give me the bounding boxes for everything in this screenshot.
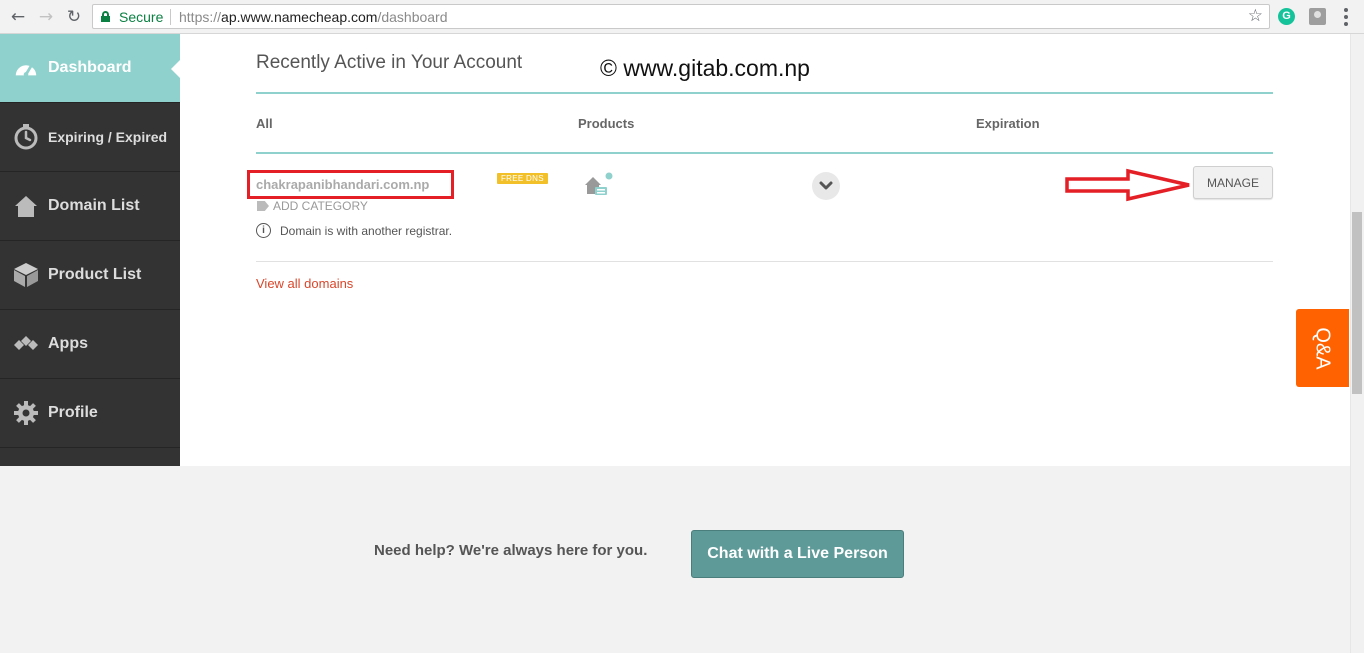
column-header-all[interactable]: All (256, 116, 273, 131)
chevron-down-icon (819, 181, 833, 190)
sidebar-item-profile[interactable]: Profile (0, 379, 180, 448)
sidebar: Dashboard Expiring / Expired Domain List… (0, 34, 180, 466)
registrar-info-text: Domain is with another registrar. (280, 223, 453, 238)
tag-icon (257, 201, 269, 211)
add-category-label: ADD CATEGORY (273, 199, 368, 213)
registrar-info: i Domain is with another registrar. (256, 223, 452, 238)
url-host: ap.www.namecheap.com (221, 9, 378, 25)
add-category-link[interactable]: ADD CATEGORY (257, 199, 368, 213)
speedometer-icon (13, 55, 39, 81)
free-dns-badge: FREE DNS (497, 173, 548, 184)
column-header-expiration: Expiration (976, 116, 1040, 131)
bookmark-star-icon[interactable]: ☆ (1248, 6, 1263, 26)
chat-live-person-button[interactable]: Chat with a Live Person (691, 530, 904, 578)
qa-tab-button[interactable]: Q&A (1296, 309, 1349, 387)
sidebar-item-label: Product List (48, 266, 142, 283)
title-divider (256, 92, 1273, 94)
sidebar-item-domain-list[interactable]: Domain List (0, 172, 180, 241)
sidebar-item-dashboard[interactable]: Dashboard (0, 34, 180, 103)
box-icon (13, 262, 39, 288)
section-title: Recently Active in Your Account (256, 52, 523, 73)
profile-avatar-icon[interactable] (1309, 8, 1326, 25)
sidebar-item-label: Profile (48, 404, 98, 421)
browser-menu-icon[interactable] (1344, 8, 1348, 26)
domain-name-link[interactable]: chakrapanibhandari.com.np (256, 177, 429, 192)
gear-icon (13, 400, 39, 426)
address-bar[interactable]: Secure https://ap.www.namecheap.com/dash… (92, 4, 1270, 29)
back-button[interactable]: ← (6, 5, 30, 29)
freedns-product-icon[interactable] (583, 172, 615, 198)
main-content: Recently Active in Your Account © www.gi… (180, 34, 1350, 466)
url-path: /dashboard (377, 9, 448, 25)
scrollbar-thumb[interactable] (1352, 212, 1362, 394)
sidebar-item-apps[interactable]: Apps (0, 310, 180, 379)
sidebar-item-product-list[interactable]: Product List (0, 241, 180, 310)
qa-tab-label: Q&A (1312, 326, 1334, 370)
url-prefix: https:// (179, 9, 222, 25)
header-divider (256, 152, 1273, 154)
help-text: Need help? We're always here for you. (374, 542, 648, 559)
lock-icon (101, 11, 110, 22)
column-header-products: Products (578, 116, 635, 131)
sidebar-item-label: Dashboard (48, 59, 132, 76)
forward-button[interactable]: → (34, 5, 58, 29)
sidebar-item-expiring[interactable]: Expiring / Expired (0, 103, 180, 172)
apps-diamonds-icon (13, 331, 39, 357)
reload-button[interactable]: ↻ (62, 5, 86, 29)
home-icon (13, 193, 39, 219)
row-divider (256, 261, 1273, 262)
url-text[interactable]: https://ap.www.namecheap.com/dashboard (179, 9, 448, 25)
sidebar-item-label: Apps (48, 335, 88, 352)
timer-icon (13, 124, 39, 150)
address-separator (170, 9, 171, 25)
secure-label: Secure (119, 9, 164, 25)
sidebar-item-label: Domain List (48, 197, 140, 214)
expand-chevron-button[interactable] (812, 172, 840, 200)
annotation-arrow (1064, 168, 1194, 202)
sidebar-item-label: Expiring / Expired (48, 129, 168, 145)
view-all-domains-link[interactable]: View all domains (256, 276, 353, 291)
watermark-text: © www.gitab.com.np (600, 55, 810, 81)
info-icon: i (256, 223, 271, 238)
manage-button[interactable]: MANAGE (1193, 166, 1273, 199)
browser-toolbar: ← → ↻ Secure https://ap.www.namecheap.co… (0, 0, 1364, 34)
grammarly-extension-icon[interactable]: G (1278, 8, 1295, 25)
